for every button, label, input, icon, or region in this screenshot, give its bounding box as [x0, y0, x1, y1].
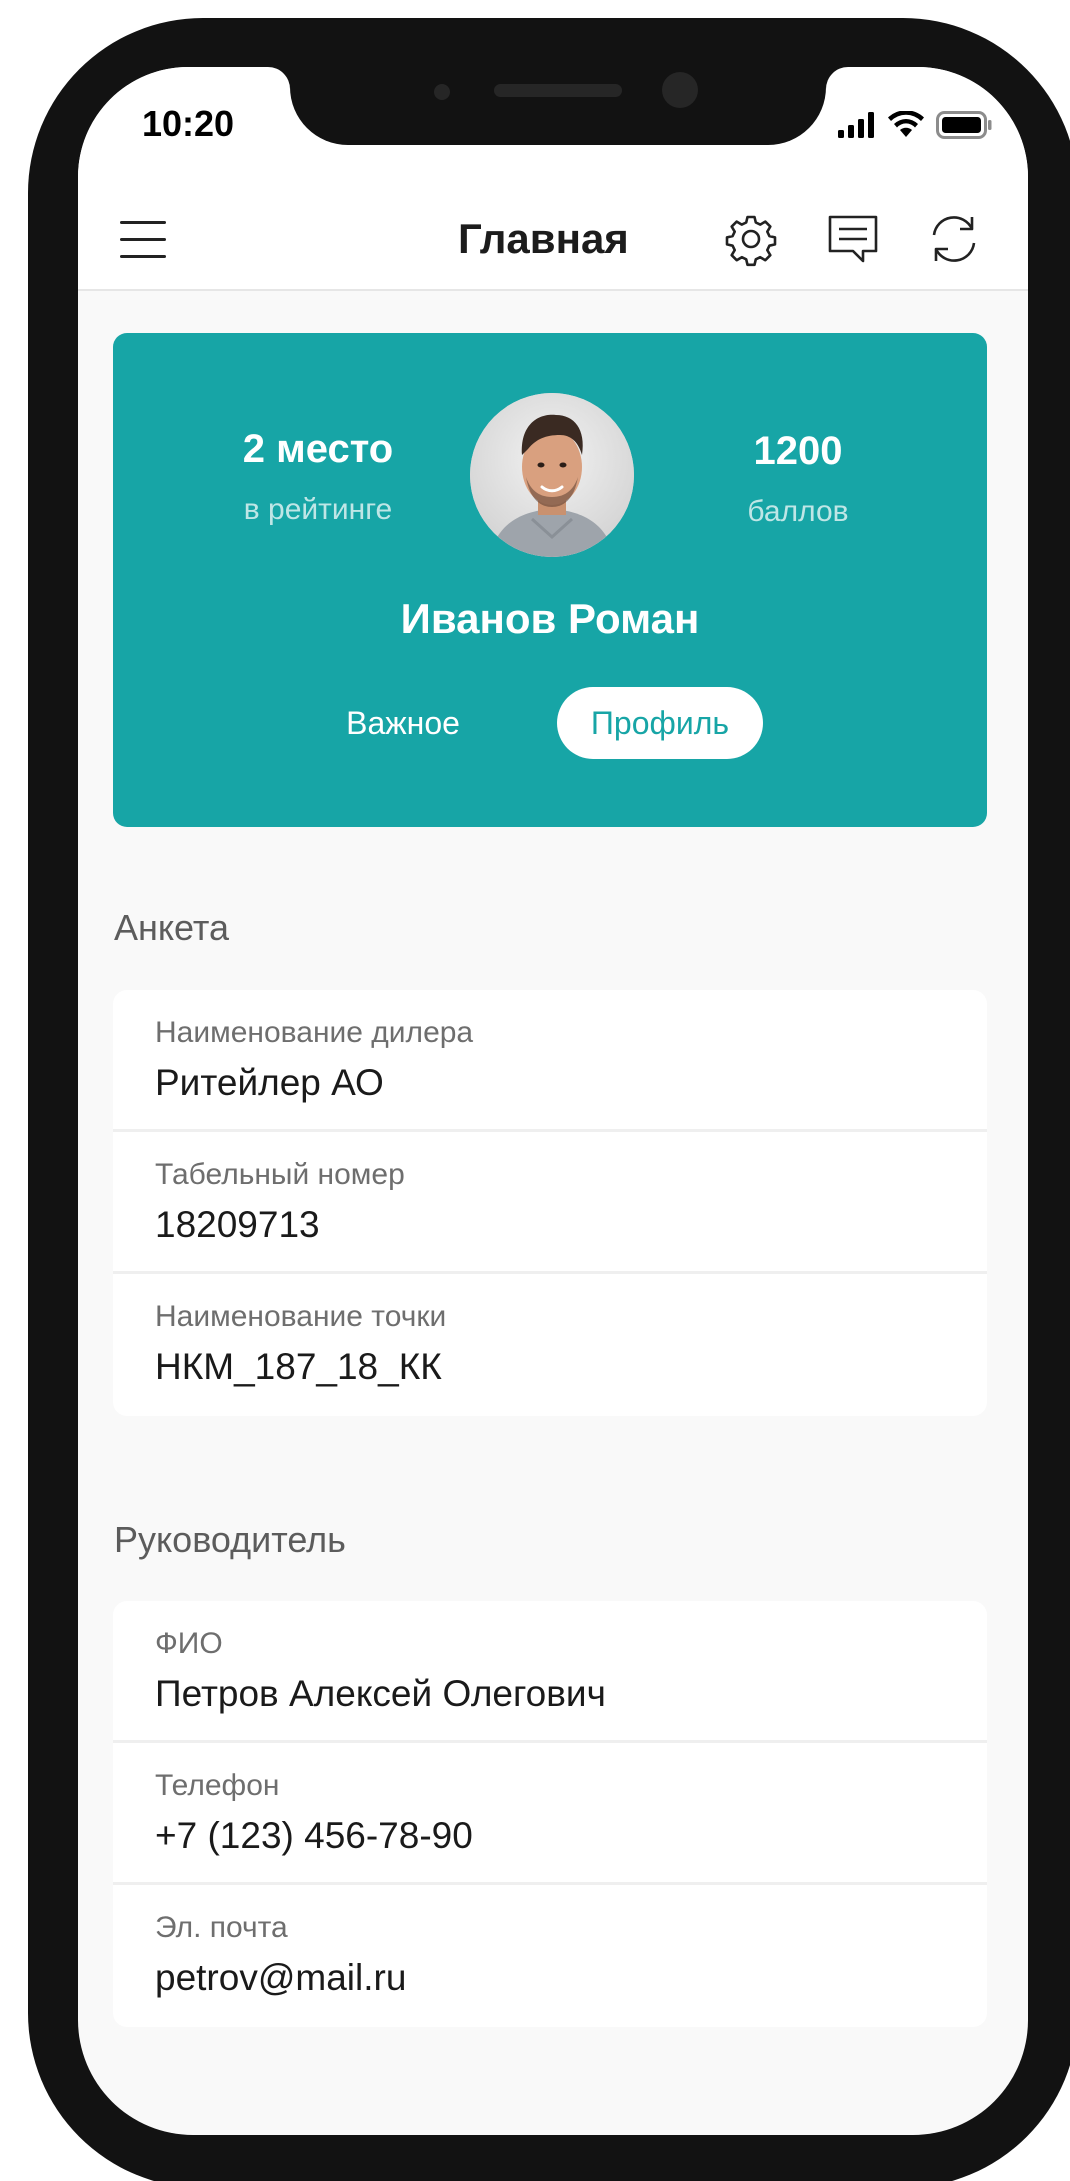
section-title-manager: Руководитель	[114, 1519, 346, 1560]
field-label: Наименование точки	[155, 1300, 447, 1333]
refresh-icon[interactable]	[926, 211, 982, 267]
avatar-photo	[470, 393, 634, 557]
field-value: НКМ_187_18_КК	[155, 1346, 442, 1387]
list-item: Наименование дилера Ритейлер АО	[113, 990, 987, 1132]
rating-place: 2 место	[242, 427, 394, 471]
field-label: Табельный номер	[155, 1158, 405, 1191]
front-camera	[662, 72, 698, 108]
field-label: Телефон	[155, 1769, 280, 1802]
top-nav-bar: Главная	[78, 187, 1028, 291]
points-label: баллов	[747, 495, 849, 528]
list-item[interactable]: Эл. почта petrov@mail.ru	[113, 1885, 987, 2027]
wifi-icon	[888, 111, 924, 137]
points-value: 1200	[753, 429, 843, 473]
status-icons	[838, 111, 992, 139]
gear-icon[interactable]	[723, 211, 779, 267]
field-label: Эл. почта	[155, 1911, 288, 1944]
field-value: Ритейлер АО	[155, 1062, 384, 1103]
battery-icon	[936, 111, 992, 139]
avatar[interactable]	[470, 393, 634, 557]
anketa-card: Наименование дилера Ритейлер АО Табельны…	[113, 990, 987, 1416]
phone-notch	[290, 67, 826, 145]
list-item: ФИО Петров Алексей Олегович	[113, 1601, 987, 1743]
page-title: Главная	[458, 215, 629, 262]
app-screen: 10:20 Главная 2 место в рейтинге 1200 ба…	[78, 67, 1028, 2135]
rating-label: в рейтинге	[243, 493, 393, 526]
phone-link[interactable]: +7 (123) 456-78-90	[155, 1815, 473, 1857]
tab-profile[interactable]: Профиль	[557, 687, 763, 759]
notch-corner	[268, 67, 290, 89]
status-time: 10:20	[142, 103, 235, 144]
tab-important[interactable]: Важное	[303, 687, 503, 759]
list-item: Табельный номер 18209713	[113, 1132, 987, 1274]
message-icon[interactable]	[825, 211, 881, 267]
section-title-anketa: Анкета	[114, 907, 229, 948]
field-value: Петров Алексей Олегович	[155, 1673, 606, 1714]
manager-card: ФИО Петров Алексей Олегович Телефон +7 (…	[113, 1601, 987, 2027]
email-link[interactable]: petrov@mail.ru	[155, 1957, 406, 1999]
sensor-dot	[434, 84, 450, 100]
field-value: 18209713	[155, 1204, 320, 1245]
list-item[interactable]: Телефон +7 (123) 456-78-90	[113, 1743, 987, 1885]
profile-card: 2 место в рейтинге 1200 баллов Иванов Ро…	[113, 333, 987, 827]
field-label: ФИО	[155, 1627, 223, 1660]
list-item: Наименование точки НКМ_187_18_КК	[113, 1274, 987, 1416]
signal-icon	[838, 112, 874, 138]
speaker-grille	[494, 84, 622, 97]
notch-corner	[826, 67, 848, 89]
user-name: Иванов Роман	[400, 595, 700, 642]
field-label: Наименование дилера	[155, 1016, 474, 1049]
menu-icon[interactable]	[120, 221, 166, 259]
